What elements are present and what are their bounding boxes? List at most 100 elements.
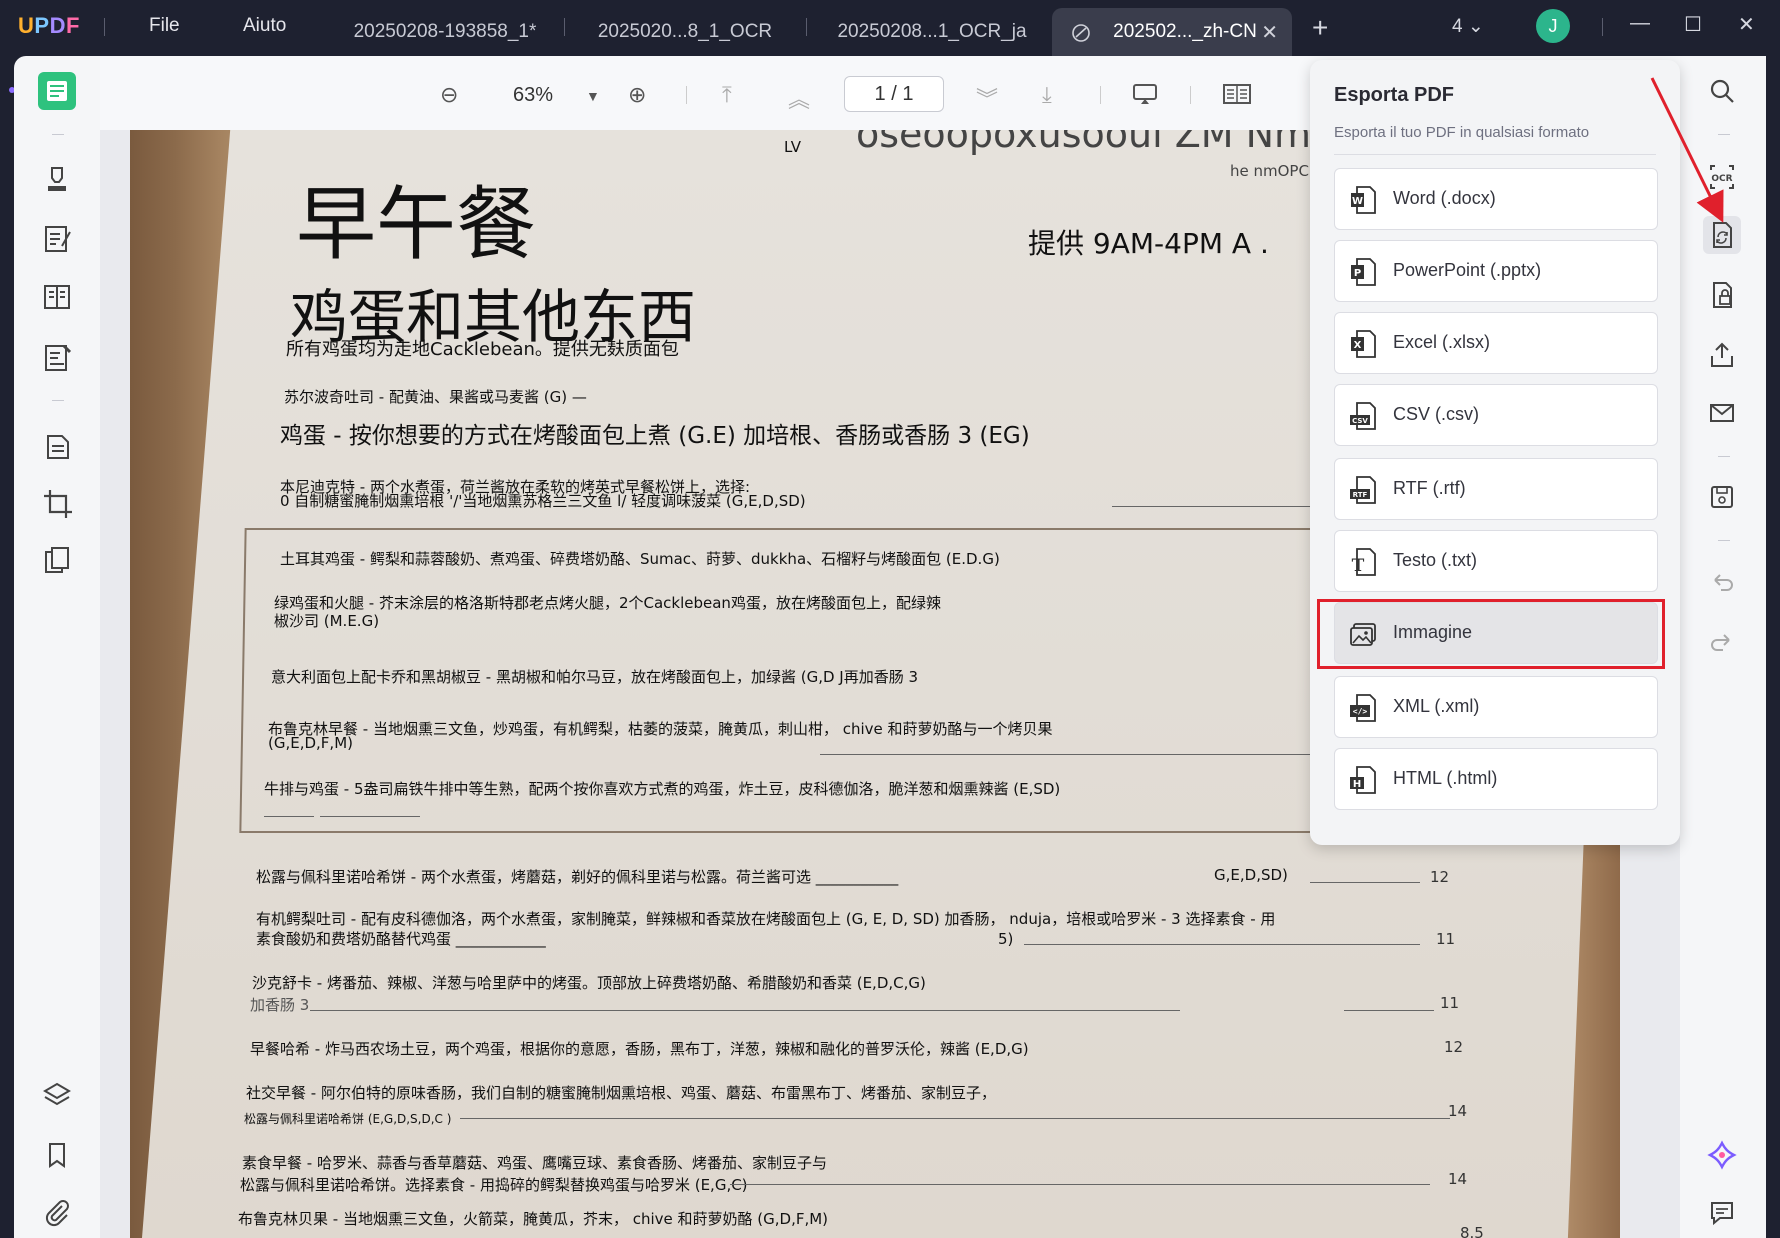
- divider: [52, 134, 64, 135]
- tab-label: 20250208...1_OCR_ja: [837, 21, 1027, 42]
- doc-line: 沙克舒卡 - 烤番茄、辣椒、洋葱与哈里萨中的烤蛋。顶部放上碎费塔奶酪、希腊酸奶和…: [252, 974, 926, 992]
- export-html-button[interactable]: H HTML (.html): [1334, 748, 1658, 810]
- price-leader: [320, 816, 420, 817]
- doc-line: 苏尔波奇吐司 - 配黄油、果酱或马麦酱 (G) —: [284, 388, 587, 406]
- tab-edit-icon: [1070, 22, 1092, 50]
- svg-text:T: T: [1352, 556, 1365, 576]
- price: 8.5: [1460, 1224, 1484, 1238]
- tab-document-4-active[interactable]: 202502..._zh-CN ✕: [1052, 8, 1292, 56]
- comments-icon[interactable]: [1703, 1194, 1741, 1232]
- ocr-icon[interactable]: OCR: [1703, 158, 1741, 196]
- divider: [686, 86, 687, 104]
- tab-document-3[interactable]: 20250208...1_OCR_ja: [812, 8, 1052, 56]
- price: 14: [1448, 1170, 1468, 1188]
- right-tool-sidebar: OCR: [1680, 56, 1766, 1238]
- page-number-input[interactable]: 1 / 1: [844, 76, 944, 112]
- option-label: Testo (.txt): [1393, 550, 1478, 570]
- fill-sign-icon[interactable]: [38, 338, 76, 376]
- word-icon: W: [1349, 185, 1377, 215]
- reader-icon[interactable]: [38, 72, 76, 110]
- doc-fragment: 5): [998, 930, 1014, 948]
- undo-icon[interactable]: [1703, 564, 1741, 602]
- price-leader: [460, 1118, 1450, 1119]
- doc-line: 松露与佩科里诺哈希饼 (E,G,D,S,D,C ): [244, 1112, 452, 1126]
- user-avatar[interactable]: J: [1536, 9, 1570, 43]
- page-separator: /: [891, 83, 897, 105]
- save-icon[interactable]: [1703, 478, 1741, 516]
- svg-text:W: W: [1352, 196, 1363, 207]
- export-word-button[interactable]: W Word (.docx): [1334, 168, 1658, 230]
- export-excel-button[interactable]: X Excel (.xlsx): [1334, 312, 1658, 374]
- bookmark-icon[interactable]: [38, 1136, 76, 1174]
- next-page-icon[interactable]: ︾: [976, 82, 998, 114]
- maximize-icon[interactable]: ☐: [1684, 12, 1702, 37]
- option-label: Excel (.xlsx): [1393, 332, 1491, 352]
- doc-fragment: G,E,D,SD): [1214, 866, 1288, 884]
- tab-count[interactable]: 4 ⌄: [1452, 15, 1484, 38]
- email-icon[interactable]: [1703, 394, 1741, 432]
- powerpoint-icon: P: [1349, 257, 1377, 287]
- doc-line: 素食早餐 - 哈罗米、蒜香与香草蘑菇、鸡蛋、鹰嘴豆球、素食香肠、烤番茄、家制豆子…: [242, 1154, 827, 1172]
- export-text-button[interactable]: T Testo (.txt): [1334, 530, 1658, 592]
- doc-line: 椒沙司 (M.E.G): [274, 612, 380, 630]
- doc-line: 土耳其鸡蛋 - 鳄梨和蒜蓉酸奶、煮鸡蛋、碎费塔奶酪、Sumac、莳萝、dukkh…: [280, 550, 1000, 568]
- svg-text:H: H: [1353, 779, 1361, 790]
- doc-line: 素食酸奶和费塔奶酪替代鸡蛋 ____________: [256, 930, 546, 948]
- zoom-out-icon[interactable]: ⊖: [440, 82, 458, 108]
- svg-text:</>: </>: [1353, 707, 1368, 716]
- export-powerpoint-button[interactable]: P PowerPoint (.pptx): [1334, 240, 1658, 302]
- search-icon[interactable]: [1703, 72, 1741, 110]
- divider: [52, 400, 64, 401]
- presentation-icon[interactable]: [1132, 82, 1158, 112]
- tab-document-2[interactable]: 2025020...8_1_OCR: [570, 8, 800, 56]
- organize-pages-icon[interactable]: [38, 278, 76, 316]
- text-icon: T: [1349, 547, 1377, 577]
- edit-pdf-icon[interactable]: [38, 220, 76, 258]
- crop-icon[interactable]: [38, 484, 76, 522]
- html-icon: H: [1349, 765, 1377, 795]
- export-xml-button[interactable]: </> XML (.xml): [1334, 676, 1658, 738]
- doc-line: 加香肠 3: [250, 996, 310, 1014]
- first-page-icon[interactable]: ⤒: [722, 82, 732, 108]
- previous-page-icon[interactable]: ︽: [788, 82, 810, 114]
- option-label: XML (.xml): [1393, 696, 1480, 716]
- highlighter-icon[interactable]: [38, 160, 76, 198]
- svg-text:RTF: RTF: [1353, 491, 1368, 499]
- layers-icon[interactable]: [38, 1076, 76, 1114]
- page-layout-icon[interactable]: [1222, 82, 1252, 112]
- menu-file[interactable]: File: [149, 15, 180, 37]
- divider: [564, 18, 565, 36]
- zoom-dropdown-icon[interactable]: ▼: [586, 88, 600, 104]
- menu-help[interactable]: Aiuto: [243, 15, 286, 37]
- divider: [1602, 18, 1603, 36]
- zoom-in-icon[interactable]: ⊕: [628, 82, 646, 108]
- minimize-icon[interactable]: —: [1630, 12, 1650, 35]
- export-csv-button[interactable]: CSV CSV (.csv): [1334, 384, 1658, 446]
- doc-line: 意大利面包上配卡乔和黑胡椒豆 - 黑胡椒和帕尔马豆，放在烤酸面包上，加绿酱 (G…: [271, 668, 919, 686]
- option-label: CSV (.csv): [1393, 404, 1480, 424]
- title-bar: UPDF File Aiuto 20250208-193858_1* 20250…: [0, 0, 1780, 56]
- ai-assistant-icon[interactable]: [1703, 1136, 1741, 1174]
- share-icon[interactable]: [1703, 336, 1741, 374]
- tab-label: 20250208-193858_1*: [353, 21, 537, 42]
- page-tools-icon[interactable]: [38, 426, 76, 464]
- zoom-level[interactable]: 63%: [513, 84, 553, 107]
- compare-icon[interactable]: [38, 542, 76, 580]
- doc-line: 鸡蛋 - 按你想要的方式在烤酸面包上煮 (G.E) 加培根、香肠或香肠 3 (E…: [280, 423, 1030, 449]
- tab-close-icon[interactable]: ✕: [1261, 20, 1278, 45]
- add-tab-icon[interactable]: +: [1312, 12, 1328, 44]
- price: 14: [1448, 1102, 1468, 1120]
- last-page-icon[interactable]: ⤓: [1042, 82, 1052, 108]
- attachment-icon[interactable]: [38, 1194, 76, 1232]
- redo-icon[interactable]: [1703, 624, 1741, 662]
- doc-line: 0 自制糖蜜腌制烟熏培根 '/'当地烟熏苏格兰三文鱼 l/ 轻度调味菠菜 (G,…: [280, 492, 806, 510]
- svg-text:P: P: [1354, 268, 1361, 279]
- doc-fragment: LV: [784, 138, 801, 156]
- convert-pdf-icon[interactable]: [1703, 216, 1741, 254]
- close-window-icon[interactable]: ✕: [1738, 12, 1755, 37]
- divider: [1100, 86, 1101, 104]
- protect-pdf-icon[interactable]: [1703, 276, 1741, 314]
- export-rtf-button[interactable]: RTF RTF (.rtf): [1334, 458, 1658, 520]
- tab-document-1[interactable]: 20250208-193858_1*: [330, 8, 560, 56]
- svg-text:OCR: OCR: [1711, 174, 1732, 184]
